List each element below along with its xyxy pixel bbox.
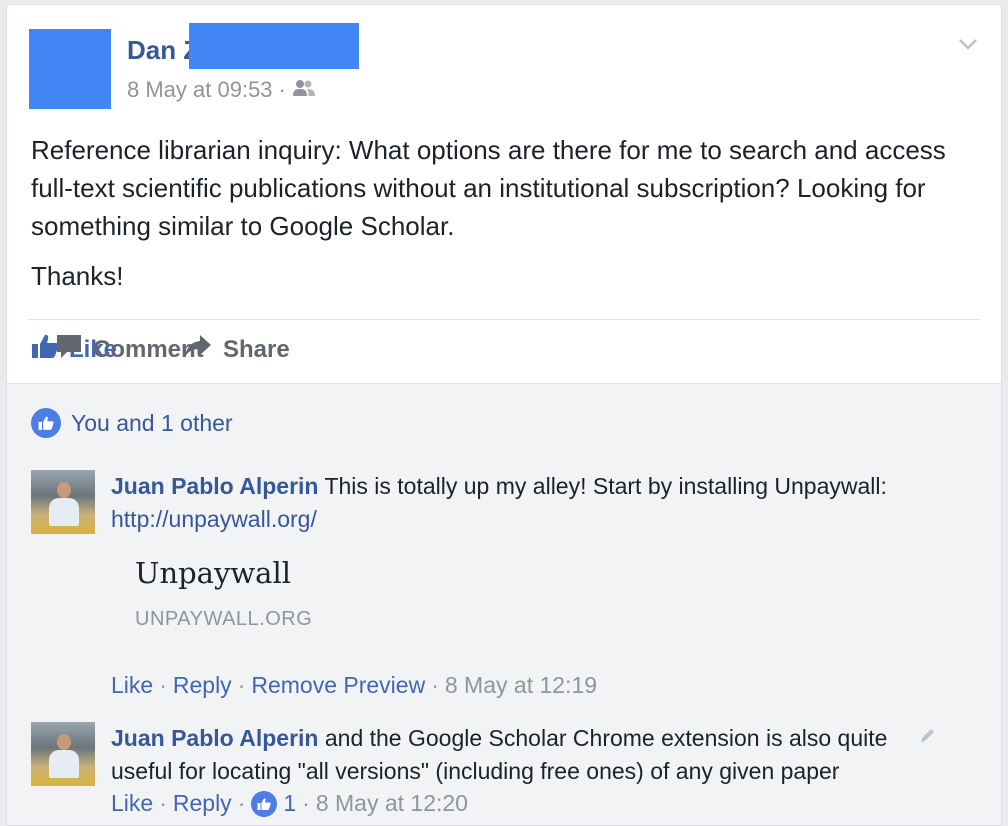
post-card: Dan Z 8 May at 09:53 · Reference librari… bbox=[6, 4, 1002, 826]
comment-item: Juan Pablo Alperin This is totally up my… bbox=[31, 470, 961, 710]
comment-timestamp[interactable]: 8 May at 12:20 bbox=[316, 790, 468, 817]
meta-separator: · bbox=[278, 77, 286, 102]
comment-like-count[interactable]: 1 bbox=[283, 790, 296, 817]
comment-like-link[interactable]: Like bbox=[111, 672, 153, 699]
commenter-avatar[interactable] bbox=[31, 470, 95, 534]
comment-button[interactable]: Comment bbox=[55, 333, 271, 366]
link-preview[interactable]: Unpaywall UNPAYWALL.ORG bbox=[135, 556, 312, 631]
likes-summary-text: You and 1 other bbox=[71, 409, 233, 436]
comment-reply-link[interactable]: Reply bbox=[173, 790, 232, 817]
post-timestamp[interactable]: 8 May at 09:53 bbox=[127, 77, 273, 103]
comment-like-link[interactable]: Like bbox=[111, 790, 153, 817]
link-preview-domain: UNPAYWALL.ORG bbox=[135, 608, 313, 630]
remove-preview-link[interactable]: Remove Preview bbox=[251, 672, 425, 699]
comment-label: Comment bbox=[93, 335, 204, 363]
comment-text: This is totally up my alley! Start by in… bbox=[324, 473, 887, 499]
chevron-down-icon[interactable] bbox=[957, 33, 979, 55]
comment-author[interactable]: Juan Pablo Alperin bbox=[111, 473, 318, 499]
comment-link[interactable]: http://unpaywall.org/ bbox=[111, 506, 317, 532]
divider bbox=[29, 319, 979, 320]
comment-reply-link[interactable]: Reply bbox=[173, 672, 232, 699]
comment-actions: Like · Reply · 1 · 8 May at 12:20 bbox=[111, 790, 468, 817]
name-redaction bbox=[189, 23, 359, 69]
comment-timestamp[interactable]: 8 May at 12:19 bbox=[445, 672, 597, 699]
like-reaction-icon[interactable] bbox=[251, 790, 278, 817]
post-body: Reference librarian inquiry: What option… bbox=[31, 131, 971, 307]
like-reaction-icon bbox=[31, 408, 61, 438]
comment-item: Juan Pablo Alperin and the Google Schola… bbox=[31, 722, 961, 825]
comment-author[interactable]: Juan Pablo Alperin bbox=[111, 725, 318, 751]
comment-actions: Like · Reply · Remove Preview · 8 May at… bbox=[111, 672, 598, 699]
comments-section: You and 1 other Juan Pablo Alperin This … bbox=[7, 383, 1001, 825]
comment-bubble-icon bbox=[55, 333, 83, 366]
comment-body: Juan Pablo Alperin and the Google Schola… bbox=[111, 722, 911, 788]
post-actions-bar: Like Comment Share bbox=[31, 333, 290, 366]
post-text-thanks: Thanks! bbox=[31, 261, 124, 291]
link-preview-title[interactable]: Unpaywall bbox=[135, 556, 312, 590]
edit-pencil-icon[interactable] bbox=[919, 726, 937, 749]
friends-icon[interactable] bbox=[292, 77, 316, 103]
author-avatar[interactable] bbox=[29, 29, 111, 109]
commenter-avatar[interactable] bbox=[31, 722, 95, 786]
likes-summary[interactable]: You and 1 other bbox=[31, 408, 233, 438]
post-text-paragraph: Reference librarian inquiry: What option… bbox=[31, 135, 946, 241]
post-meta: 8 May at 09:53 · bbox=[127, 77, 316, 103]
comment-body: Juan Pablo Alperin This is totally up my… bbox=[111, 470, 941, 536]
author-row: Dan Z bbox=[127, 23, 359, 69]
